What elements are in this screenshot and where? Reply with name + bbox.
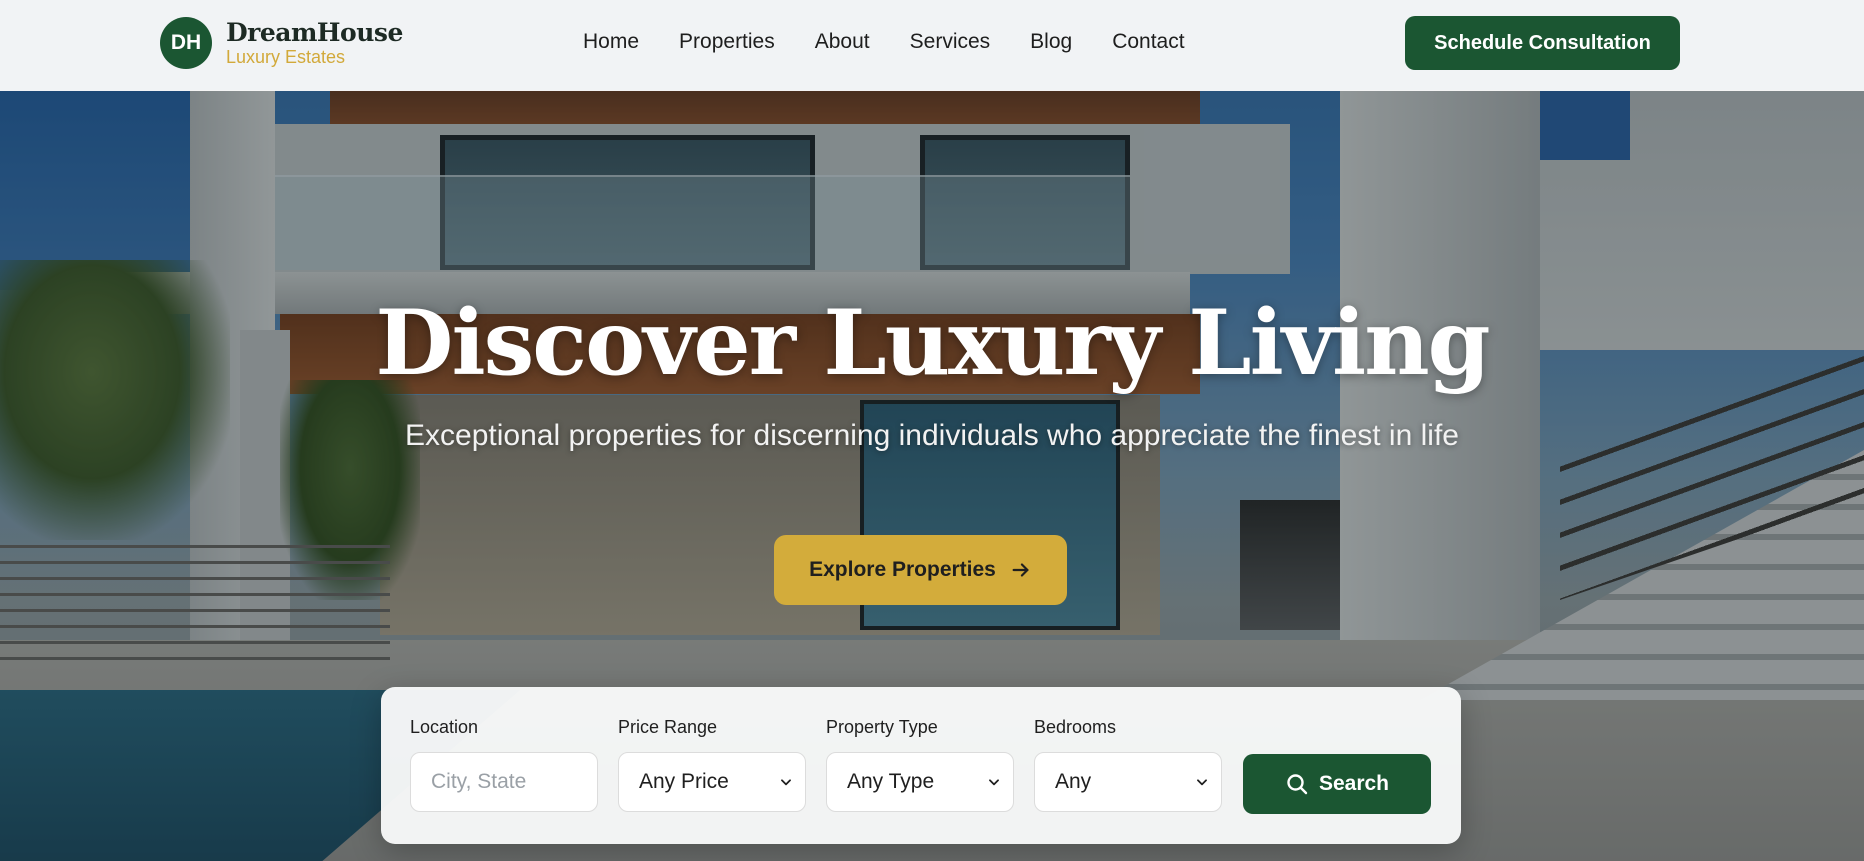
nav-link-properties[interactable]: Properties (679, 30, 775, 54)
bedrooms-select[interactable]: Any (1034, 752, 1222, 812)
hero-headline: Discover Luxury Living (375, 290, 1490, 396)
nav-link-contact[interactable]: Contact (1112, 30, 1184, 54)
chevron-down-icon (1197, 779, 1207, 786)
bedrooms-field: Bedrooms Any (1034, 717, 1222, 812)
explore-properties-label: Explore Properties (809, 558, 996, 581)
property-type-select[interactable]: Any Type (826, 752, 1014, 812)
nav-link-home[interactable]: Home (583, 30, 639, 54)
top-navbar: DH DreamHouse Luxury Estates Home Proper… (0, 0, 1864, 91)
price-range-value: Any Price (639, 770, 729, 793)
location-input[interactable]: City, State (410, 752, 598, 812)
brand-logo[interactable]: DH DreamHouse Luxury Estates (160, 17, 403, 69)
nav-link-about[interactable]: About (815, 30, 870, 54)
search-icon (1287, 774, 1308, 795)
logo-badge: DH (160, 17, 212, 69)
schedule-consultation-button[interactable]: Schedule Consultation (1405, 16, 1680, 70)
main-nav: Home Properties About Services Blog Cont… (583, 30, 1225, 54)
bedrooms-value: Any (1055, 770, 1092, 793)
arrow-right-icon (1012, 563, 1029, 577)
chevron-down-icon (989, 779, 999, 786)
price-range-field: Price Range Any Price (618, 717, 806, 812)
price-range-label: Price Range (618, 717, 718, 737)
nav-link-services[interactable]: Services (910, 30, 991, 54)
nav-link-blog[interactable]: Blog (1030, 30, 1072, 54)
location-field: Location City, State (410, 717, 598, 812)
explore-properties-button[interactable]: Explore Properties (774, 535, 1067, 605)
price-range-select[interactable]: Any Price (618, 752, 806, 812)
location-label: Location (410, 717, 479, 737)
search-button-label: Search (1318, 772, 1390, 795)
hero-subheadline: Exceptional properties for discerning in… (405, 419, 1459, 452)
brand-text: DreamHouse Luxury Estates (226, 20, 403, 66)
brand-name: DreamHouse (226, 18, 403, 47)
property-type-field: Property Type Any Type (826, 717, 1014, 812)
property-type-value: Any Type (847, 770, 935, 793)
property-type-label: Property Type (826, 717, 938, 737)
bedrooms-label: Bedrooms (1034, 717, 1117, 737)
brand-tagline: Luxury Estates (226, 47, 346, 67)
property-search-panel: Location City, State Price Range Any Pri… (381, 687, 1461, 844)
chevron-down-icon (781, 779, 791, 786)
search-button[interactable]: Search (1243, 754, 1431, 814)
